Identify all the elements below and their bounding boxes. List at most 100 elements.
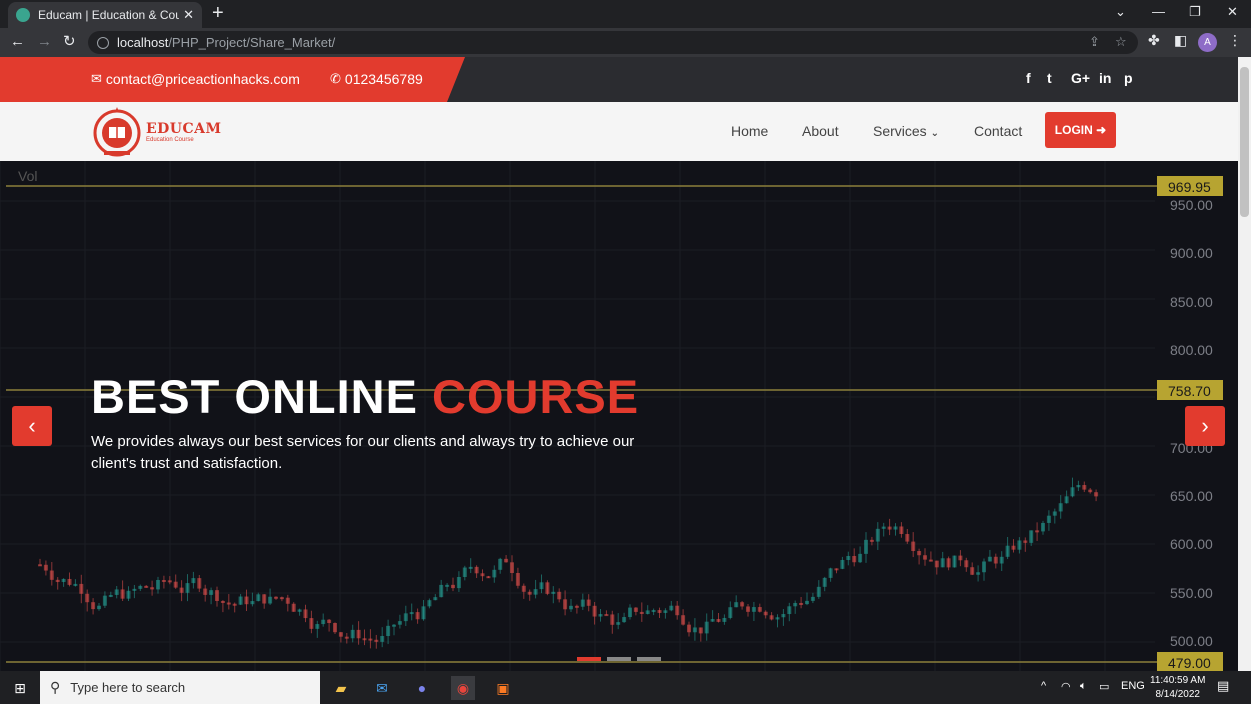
tab-search-icon[interactable]: ⌄ bbox=[1115, 4, 1126, 20]
candle-body bbox=[1035, 530, 1040, 533]
candle-body bbox=[1058, 503, 1063, 512]
candle-body bbox=[982, 561, 986, 573]
candle-body bbox=[232, 603, 237, 606]
pinterest-icon[interactable]: p bbox=[1124, 70, 1133, 86]
candle-body bbox=[350, 629, 355, 639]
candle-body bbox=[510, 562, 514, 573]
candle-body bbox=[439, 584, 444, 598]
nav-services[interactable]: Services ⌄ bbox=[873, 123, 939, 139]
candle-body bbox=[380, 636, 385, 642]
address-bar[interactable]: localhost /PHP_Project/Share_Market/ ⇪ ☆ bbox=[88, 31, 1138, 54]
bookmark-star-icon[interactable]: ☆ bbox=[1115, 34, 1127, 50]
volume-icon[interactable]: 🔈︎ bbox=[1080, 680, 1087, 693]
candle-body bbox=[238, 596, 243, 605]
carousel-dot-2[interactable] bbox=[607, 657, 631, 661]
candle-body bbox=[728, 607, 733, 618]
minimize-icon[interactable]: — bbox=[1152, 4, 1165, 19]
candle-body bbox=[144, 585, 149, 588]
candle-body bbox=[356, 629, 361, 639]
candle-body bbox=[179, 587, 184, 593]
envelope-icon: ✉ bbox=[91, 71, 102, 86]
price-level-value: 969.95 bbox=[1168, 179, 1211, 195]
mail-icon[interactable]: ✉ bbox=[370, 676, 394, 700]
notifications-icon[interactable]: ▤ bbox=[1217, 678, 1229, 694]
candle-body bbox=[740, 602, 745, 607]
candle-body bbox=[793, 602, 798, 607]
candle-body bbox=[628, 607, 632, 618]
candle-body bbox=[551, 591, 556, 594]
nav-about[interactable]: About bbox=[802, 123, 839, 139]
taskbar-clock[interactable]: 11:40:59 AM 8/14/2022 bbox=[1150, 674, 1205, 702]
file-explorer-icon[interactable]: ▰ bbox=[329, 676, 353, 700]
extensions-icon[interactable]: ✤ bbox=[1148, 32, 1160, 49]
candle-body bbox=[598, 614, 603, 617]
teams-icon[interactable]: ● bbox=[410, 676, 434, 700]
candle-body bbox=[810, 596, 815, 601]
twitter-icon[interactable]: t bbox=[1047, 70, 1052, 86]
candle-body bbox=[55, 579, 60, 583]
candle-body bbox=[209, 590, 214, 595]
candle-body bbox=[586, 599, 591, 606]
restore-icon[interactable]: ❐ bbox=[1189, 4, 1201, 20]
educam-logo-icon[interactable] bbox=[90, 105, 145, 157]
windows-start-icon[interactable]: ⊞ bbox=[8, 676, 32, 700]
candle-body bbox=[881, 526, 886, 529]
candle-body bbox=[716, 619, 721, 622]
nav-contact[interactable]: Contact bbox=[974, 123, 1022, 139]
battery-icon[interactable]: ▭ bbox=[1099, 680, 1109, 693]
candle-body bbox=[1005, 545, 1010, 557]
candle-body bbox=[67, 578, 72, 585]
candle-body bbox=[185, 583, 190, 593]
reload-icon[interactable]: ↻ bbox=[63, 33, 76, 51]
candle-body bbox=[515, 572, 520, 586]
candle-body bbox=[474, 566, 479, 574]
new-tab-button[interactable]: + bbox=[212, 3, 224, 23]
phone-contact[interactable]: ✆ 0123456789 bbox=[330, 71, 423, 87]
close-window-icon[interactable]: ✕ bbox=[1227, 4, 1238, 20]
browser-menu-icon[interactable]: ⋮ bbox=[1228, 32, 1242, 49]
login-button[interactable]: LOGIN ➜ bbox=[1045, 112, 1116, 148]
forward-icon[interactable]: → bbox=[37, 33, 52, 51]
candle-body bbox=[864, 539, 868, 554]
carousel-dot-3[interactable] bbox=[637, 657, 661, 661]
facebook-icon[interactable]: f bbox=[1026, 70, 1031, 86]
login-label: LOGIN bbox=[1054, 123, 1093, 137]
share-icon[interactable]: ⇪ bbox=[1089, 34, 1100, 50]
price-axis-label: 900.00 bbox=[1170, 245, 1213, 261]
page-scrollbar[interactable] bbox=[1238, 57, 1251, 671]
google-plus-icon[interactable]: G+ bbox=[1071, 70, 1090, 86]
candle-body bbox=[657, 610, 662, 613]
candle-body bbox=[97, 605, 101, 610]
candle-body bbox=[1070, 487, 1075, 497]
tray-expand-icon[interactable]: ^ bbox=[1041, 680, 1046, 692]
xampp-icon[interactable]: ▣ bbox=[491, 676, 515, 700]
email-contact[interactable]: ✉ contact@priceactionhacks.com bbox=[91, 71, 300, 87]
carousel-dot-1[interactable] bbox=[577, 657, 601, 661]
candle-body bbox=[1011, 545, 1016, 550]
scrollbar-thumb[interactable] bbox=[1240, 67, 1249, 217]
browser-tab[interactable]: Educam | Education & Courses. ✕ bbox=[8, 2, 202, 28]
candle-body bbox=[114, 589, 119, 595]
back-icon[interactable]: ← bbox=[10, 33, 25, 51]
linkedin-icon[interactable]: in bbox=[1099, 70, 1111, 86]
candle-body bbox=[38, 564, 42, 567]
windows-taskbar: ⊞ ⚲ Type here to search ▰ ✉ ● ◉ ▣ ^ ◠ 🔈︎… bbox=[0, 671, 1251, 704]
side-panel-icon[interactable]: ◧ bbox=[1174, 32, 1187, 49]
candle-body bbox=[875, 528, 880, 542]
candle-body bbox=[504, 558, 509, 563]
profile-avatar[interactable]: A bbox=[1198, 33, 1217, 52]
network-icon[interactable]: ◠ bbox=[1061, 680, 1071, 693]
carousel-next-button[interactable]: › bbox=[1185, 406, 1225, 446]
language-indicator[interactable]: ENG bbox=[1121, 680, 1145, 692]
chrome-icon[interactable]: ◉ bbox=[451, 676, 475, 700]
tab-close-icon[interactable]: ✕ bbox=[183, 7, 194, 23]
carousel-prev-button[interactable]: ‹ bbox=[12, 406, 52, 446]
taskbar-search[interactable]: ⚲ Type here to search bbox=[40, 671, 320, 704]
candle-body bbox=[415, 612, 420, 620]
candle-body bbox=[397, 621, 402, 625]
tab-title: Educam | Education & Courses. bbox=[38, 8, 180, 22]
nav-home[interactable]: Home bbox=[731, 123, 768, 139]
candle-body bbox=[592, 605, 597, 617]
candle-body bbox=[79, 583, 84, 594]
site-info-icon[interactable] bbox=[97, 36, 109, 49]
